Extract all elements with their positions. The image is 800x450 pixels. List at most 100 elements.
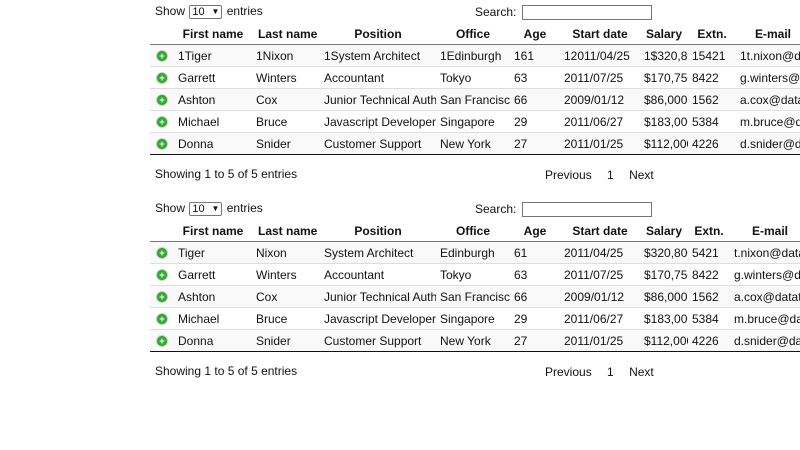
col-header-first-name[interactable]: First name [174,23,252,45]
row-expand-cell[interactable]: + [150,88,174,111]
pagination-next[interactable]: Next [629,365,654,379]
pagination-page-1[interactable]: 1 [607,365,614,379]
chevron-down-icon: ▼ [211,6,220,16]
cell-start-date: 2011/01/25 [560,329,640,352]
length-select-value: 10 [192,5,205,18]
cell-last-name: Cox [252,88,320,111]
plus-circle-icon[interactable]: + [157,51,167,62]
col-header-salary[interactable]: Salary [640,23,688,45]
plus-circle-icon[interactable]: + [157,73,167,84]
row-expand-cell[interactable]: + [150,307,174,330]
cell-last-name: Winters [252,263,320,286]
pagination-next[interactable]: Next [629,168,654,182]
cell-email: m.bruce@datatables.net [730,307,800,330]
cell-start-date: 2009/01/12 [560,285,640,308]
cell-age: 29 [510,110,560,133]
pagination: Previous 1 Next [545,365,654,379]
cell-first-name: Garrett [174,263,252,286]
cell-salary: $86,000 [640,285,688,308]
row-expand-cell[interactable]: + [150,263,174,286]
col-header-start-date[interactable]: Start date [560,23,640,45]
cell-first-name: Michael [174,110,252,133]
search-input[interactable] [521,5,652,21]
cell-email: 1t.nixon@datatables.net [736,44,800,67]
col-header-salary[interactable]: Salary [640,220,688,242]
row-expand-cell[interactable]: + [150,66,174,89]
cell-office: San Francisco [436,88,510,111]
cell-position: Customer Support [320,329,436,352]
col-header-age[interactable]: Age [510,23,560,45]
cell-extn: 5384 [688,307,730,330]
length-label-show: Show [155,201,186,215]
length-label-show: Show [155,4,186,18]
col-header-extn[interactable]: Extn. [688,23,736,45]
col-header-position[interactable]: Position [320,220,436,242]
cell-last-name: Cox [252,285,320,308]
length-label-entries: entries [226,4,263,18]
plus-circle-icon[interactable]: + [157,292,167,303]
col-header-last-name[interactable]: Last name [252,23,320,45]
cell-office: Tokyo [436,66,510,89]
col-header-age[interactable]: Age [510,220,560,242]
length-select[interactable]: 10 ▼ [189,201,223,216]
col-header-office[interactable]: Office [436,23,510,45]
table-info: Showing 1 to 5 of 5 entries [155,364,298,378]
plus-circle-icon[interactable]: + [157,314,167,325]
plus-circle-icon[interactable]: + [157,270,167,281]
col-header-extn[interactable]: Extn. [688,220,730,242]
cell-salary: $170,750 [640,66,688,89]
row-expand-cell[interactable]: + [150,44,174,67]
col-header-email[interactable]: E-mail [730,220,800,242]
cell-start-date: 2011/07/25 [560,263,640,286]
cell-start-date: 2011/07/25 [560,66,640,89]
cell-salary: 1$320,800 [640,44,688,67]
row-expand-cell[interactable]: + [150,241,174,264]
col-header-last-name[interactable]: Last name [252,220,320,242]
datatable-footer: Showing 1 to 5 of 5 entries Previous 1 N… [150,155,800,195]
data-table: First name Last name Position Office Age… [150,220,800,352]
plus-circle-icon[interactable]: + [157,336,167,347]
cell-email: a.cox@datatables.net [730,285,800,308]
cell-salary: $183,000 [640,307,688,330]
plus-circle-icon[interactable]: + [157,95,167,106]
cell-email: d.snider@datatables.net [736,132,800,155]
table-row: + 1Tiger 1Nixon 1System Architect 1Edinb… [150,44,800,67]
plus-circle-icon[interactable]: + [157,117,167,128]
cell-last-name: Snider [252,329,320,352]
length-select[interactable]: 10 ▼ [189,4,223,19]
datatable-footer: Showing 1 to 5 of 5 entries Previous 1 N… [150,352,800,392]
length-select-value: 10 [192,202,205,215]
pagination-previous[interactable]: Previous [545,365,592,379]
col-header-position[interactable]: Position [320,23,436,45]
cell-office: Singapore [436,307,510,330]
cell-last-name: Bruce [252,307,320,330]
datatable-1: Show 10 ▼ entries Search: First name Las… [150,0,800,195]
chevron-down-icon: ▼ [211,203,220,213]
cell-extn: 1562 [688,285,730,308]
search-control: Search: [475,202,652,218]
search-label: Search: [475,202,517,216]
cell-first-name: 1Tiger [174,44,252,67]
cell-last-name: 1Nixon [252,44,320,67]
col-header-first-name[interactable]: First name [174,220,252,242]
table-row: + Ashton Cox Junior Technical Author San… [150,88,800,111]
cell-first-name: Ashton [174,285,252,308]
col-header-start-date[interactable]: Start date [560,220,640,242]
plus-circle-icon[interactable]: + [157,248,167,259]
pagination-previous[interactable]: Previous [545,168,592,182]
cell-salary: $183,000 [640,110,688,133]
row-expand-cell[interactable]: + [150,110,174,133]
plus-circle-icon[interactable]: + [157,139,167,150]
pagination: Previous 1 Next [545,168,654,182]
cell-email: g.winters@datatables.net [736,66,800,89]
pagination-page-1[interactable]: 1 [607,168,614,182]
col-header-office[interactable]: Office [436,220,510,242]
cell-email: m.bruce@datatables.net [736,110,800,133]
cell-position: Customer Support [320,132,436,155]
col-header-email[interactable]: E-mail [736,23,800,45]
row-expand-cell[interactable]: + [150,285,174,308]
row-expand-cell[interactable]: + [150,132,174,155]
row-expand-cell[interactable]: + [150,329,174,352]
search-input[interactable] [521,202,652,218]
table-row: + Garrett Winters Accountant Tokyo 63 20… [150,66,800,89]
